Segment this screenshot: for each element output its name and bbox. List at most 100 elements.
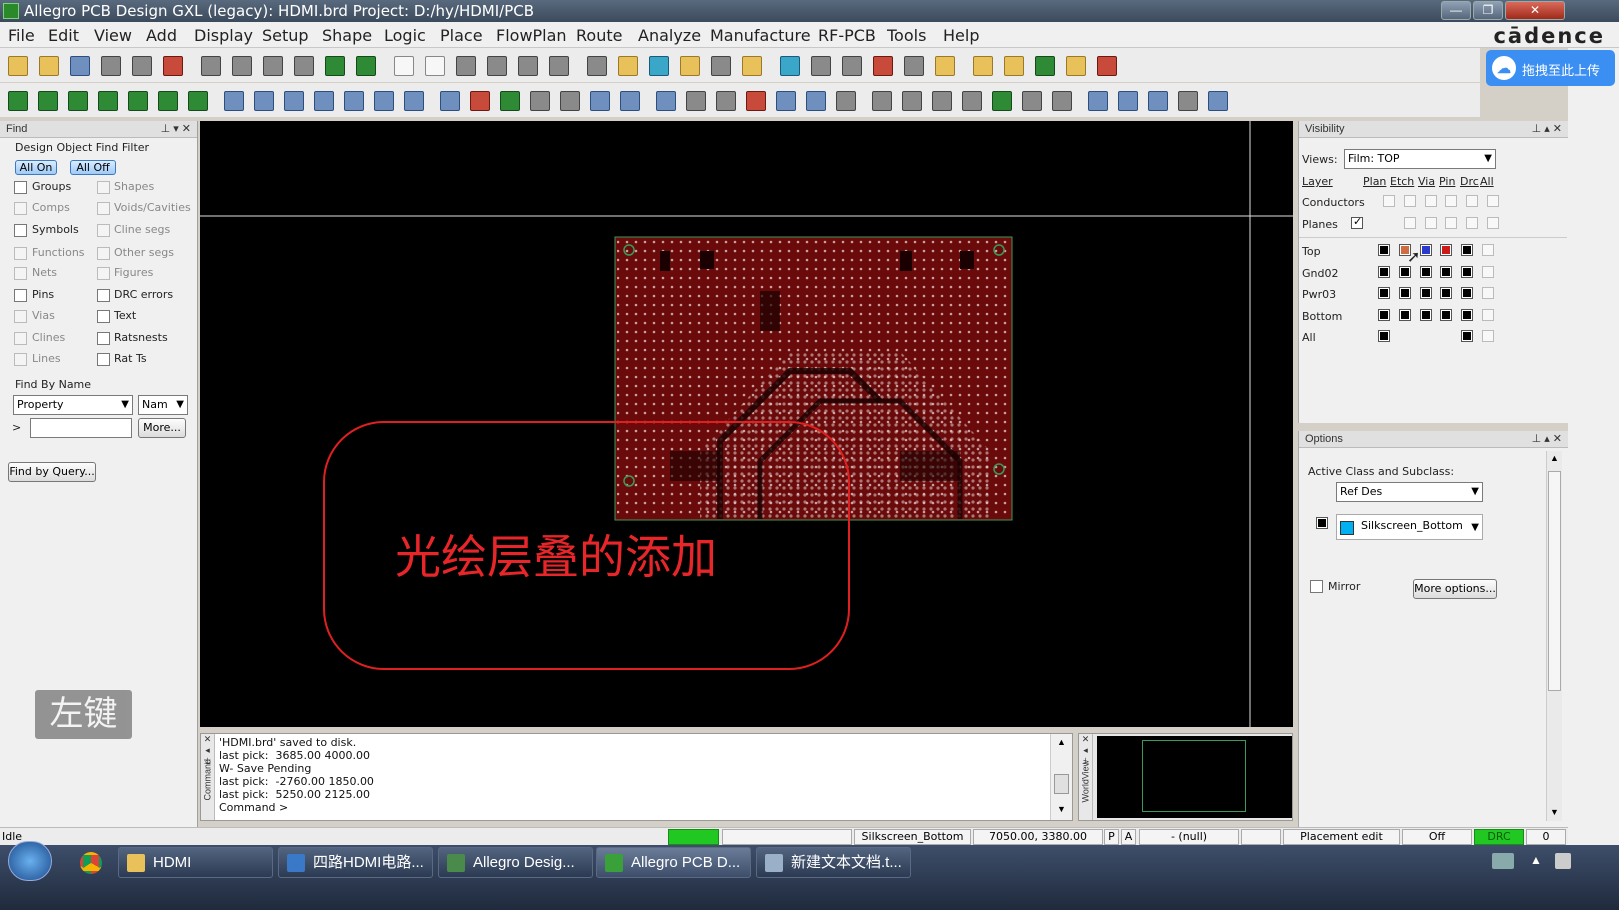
toolbar-button-icon[interactable] (39, 56, 59, 76)
toolbar-button-icon[interactable] (158, 91, 178, 111)
more-button[interactable]: More... (138, 418, 186, 438)
scroll-up-icon[interactable]: ▲ (1057, 737, 1066, 747)
drc-indicator[interactable]: DRC (1474, 829, 1524, 845)
taskbar-item[interactable]: HDMI (118, 847, 273, 878)
visibility-toggle[interactable] (1445, 217, 1457, 229)
toolbar-button-icon[interactable] (1004, 56, 1024, 76)
toolbar-button-icon[interactable] (618, 56, 638, 76)
toolbar-button-icon[interactable] (716, 91, 736, 111)
toolbar-button-icon[interactable] (254, 91, 274, 111)
scroll-down-icon[interactable]: ▼ (1057, 804, 1066, 814)
minimize-button[interactable]: — (1441, 1, 1471, 20)
scroll-thumb[interactable] (1054, 774, 1069, 794)
status-p-toggle[interactable]: P (1104, 829, 1119, 845)
toolbar-button-icon[interactable] (101, 56, 121, 76)
toolbar-button-icon[interactable] (456, 56, 476, 76)
toolbar-button-icon[interactable] (284, 91, 304, 111)
name-select[interactable]: Nam ▼ (138, 395, 188, 415)
toolbar-button-icon[interactable] (394, 56, 414, 76)
filter-checkbox-drc-errors[interactable] (97, 289, 110, 302)
options-scrollbar[interactable]: ▲ ▼ (1546, 451, 1562, 821)
toolbar-button-icon[interactable] (836, 91, 856, 111)
toolbar-button-icon[interactable] (314, 91, 334, 111)
menu-flowplan[interactable]: FlowPlan (496, 26, 567, 45)
filter-checkbox-nets[interactable] (14, 267, 27, 280)
menu-manufacture[interactable]: Manufacture (710, 26, 811, 45)
find-by-query-button[interactable]: Find by Query... (8, 462, 96, 482)
scroll-down-icon[interactable]: ▼ (1550, 807, 1559, 817)
toolbar-button-icon[interactable] (780, 56, 800, 76)
visibility-toggle[interactable] (1440, 287, 1452, 299)
views-select[interactable]: Film: TOP ▼ (1344, 149, 1496, 169)
toolbar-button-icon[interactable] (263, 56, 283, 76)
visibility-toggle[interactable] (1440, 244, 1452, 256)
tray-expand-icon[interactable]: ▲ (1530, 853, 1542, 867)
visibility-toggle[interactable]: ✓ (1351, 216, 1363, 229)
visibility-toggle[interactable] (1466, 217, 1478, 229)
taskbar-item[interactable]: Allegro Desig... (438, 847, 593, 878)
toolbar-button-icon[interactable] (620, 91, 640, 111)
taskbar-item[interactable]: 四路HDMI电路... (278, 847, 433, 878)
toolbar-button-icon[interactable] (530, 91, 550, 111)
toolbar-button-icon[interactable] (992, 91, 1012, 111)
toolbar-button-icon[interactable] (487, 56, 507, 76)
visibility-toggle[interactable] (1461, 266, 1473, 278)
toolbar-button-icon[interactable] (935, 56, 955, 76)
visibility-col-header[interactable]: Pin (1439, 175, 1455, 188)
all-off-button[interactable]: All Off (70, 160, 116, 175)
close-button[interactable]: ✕ (1505, 1, 1565, 20)
maximize-button[interactable]: ❐ (1473, 1, 1503, 20)
menu-tools[interactable]: Tools (887, 26, 926, 45)
toolbar-button-icon[interactable] (1052, 91, 1072, 111)
filter-checkbox-symbols[interactable] (14, 224, 27, 237)
toolbar-button-icon[interactable] (518, 56, 538, 76)
subclass-visible-toggle[interactable] (1316, 517, 1328, 529)
visibility-toggle[interactable] (1482, 309, 1494, 321)
toolbar-button-icon[interactable] (1208, 91, 1228, 111)
visibility-col-header[interactable]: Drc (1460, 175, 1479, 188)
visibility-toggle[interactable] (1487, 217, 1499, 229)
taskbar-item[interactable]: 新建文本文档.t... (756, 847, 911, 878)
filter-checkbox-vias[interactable] (14, 310, 27, 323)
toolbar-button-icon[interactable] (776, 91, 796, 111)
visibility-toggle[interactable] (1420, 266, 1432, 278)
toolbar-button-icon[interactable] (902, 91, 922, 111)
property-select[interactable]: Property ▼ (13, 395, 133, 415)
subclass-select[interactable]: Silkscreen_Bottom ▼ (1336, 514, 1483, 540)
visibility-toggle[interactable] (1466, 195, 1478, 207)
worldview-canvas[interactable] (1097, 736, 1292, 818)
toolbar-button-icon[interactable] (98, 91, 118, 111)
scroll-thumb[interactable] (1548, 471, 1561, 691)
toolbar-button-icon[interactable] (1097, 56, 1117, 76)
toolbar-button-icon[interactable] (356, 56, 376, 76)
visibility-toggle[interactable] (1461, 330, 1473, 342)
toolbar-button-icon[interactable] (711, 56, 731, 76)
menu-shape[interactable]: Shape (322, 26, 372, 45)
panel-controls[interactable]: ⊥ ▴ ✕ (1532, 121, 1562, 137)
filter-checkbox-clines[interactable] (14, 332, 27, 345)
keyboard-icon[interactable] (1492, 853, 1514, 869)
toolbar-button-icon[interactable] (425, 56, 445, 76)
toolbar-button-icon[interactable] (224, 91, 244, 111)
toolbar-button-icon[interactable] (344, 91, 364, 111)
toolbar-button-icon[interactable] (656, 91, 676, 111)
toolbar-button-icon[interactable] (872, 91, 892, 111)
menu-route[interactable]: Route (576, 26, 622, 45)
visibility-toggle[interactable] (1404, 195, 1416, 207)
all-on-button[interactable]: All On (15, 160, 57, 175)
visibility-col-header[interactable]: Etch (1390, 175, 1414, 188)
toolbar-button-icon[interactable] (500, 91, 520, 111)
panel-controls[interactable]: ⊥ ▴ ✕ (1532, 431, 1562, 447)
toolbar-button-icon[interactable] (38, 91, 58, 111)
toolbar-button-icon[interactable] (746, 91, 766, 111)
more-options-button[interactable]: More options... (1413, 579, 1497, 599)
toolbar-button-icon[interactable] (128, 91, 148, 111)
toolbar-button-icon[interactable] (811, 56, 831, 76)
toolbar-button-icon[interactable] (8, 91, 28, 111)
design-canvas[interactable]: 光绘层叠的添加 (200, 121, 1293, 727)
toolbar-button-icon[interactable] (201, 56, 221, 76)
menu-edit[interactable]: Edit (48, 26, 79, 45)
toolbar-button-icon[interactable] (686, 91, 706, 111)
menu-help[interactable]: Help (943, 26, 979, 45)
filter-checkbox-ratsnests[interactable] (97, 332, 110, 345)
